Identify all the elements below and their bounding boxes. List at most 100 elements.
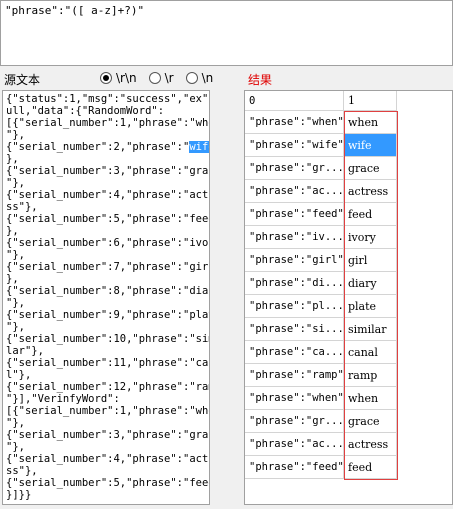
grid-row[interactable]: "phrase":"ramp" ramp	[245, 364, 452, 387]
source-line: {"serial_number":10,"phrase":"simi	[6, 333, 210, 345]
grid-cell-col-1[interactable]: plate	[344, 295, 397, 318]
grid-cell-col-1[interactable]: feed	[344, 456, 397, 479]
radio-option-label: \r	[164, 71, 174, 85]
source-line-text: {"serial_number":2,"phrase":"	[6, 141, 190, 153]
source-line: ss"},	[6, 201, 38, 213]
source-line: {"serial_number":5,"phrase":"feed"	[6, 477, 210, 489]
grid-cell-col-0[interactable]: "phrase":"ac...	[245, 433, 344, 456]
grid-row[interactable]: "phrase":"ac... actress	[245, 433, 452, 456]
source-line: "}],"VerinfyWord":	[6, 393, 120, 405]
grid-row[interactable]: "phrase":"gr... grace	[245, 157, 452, 180]
radio-option-label: \n	[201, 71, 214, 85]
grid-row[interactable]: "phrase":"girl" girl	[245, 249, 452, 272]
grid-cell-col-0[interactable]: "phrase":"si...	[245, 318, 344, 341]
grid-row[interactable]: "phrase":"ac... actress	[245, 180, 452, 203]
grid-row[interactable]: "phrase":"si... similar	[245, 318, 452, 341]
grid-row[interactable]: "phrase":"feed" feed	[245, 203, 452, 226]
grid-row[interactable]: "phrase":"when" when	[245, 387, 452, 410]
grid-cell-col-1[interactable]: when	[344, 387, 397, 410]
grid-cell-col-1[interactable]: grace	[344, 157, 397, 180]
grid-cell-col-0[interactable]: "phrase":"when"	[245, 387, 344, 410]
source-line: {"serial_number":3,"phrase":"grace	[6, 165, 210, 177]
source-line: {"serial_number":3,"phrase":"grace	[6, 429, 210, 441]
grid-cell-col-0[interactable]: "phrase":"ramp"	[245, 364, 344, 387]
grid-cell-col-0[interactable]: "phrase":"wife"	[245, 134, 344, 157]
grid-header-row: 0 1	[245, 91, 452, 111]
source-line: [{"serial_number":1,"phrase":"when	[6, 405, 210, 417]
source-line: ss"},	[6, 465, 38, 477]
source-line: "},	[6, 441, 25, 453]
source-line: {"serial_number":4,"phrase":"actre	[6, 453, 210, 465]
source-line: },	[6, 153, 19, 165]
grid-row[interactable]: "phrase":"feed" feed	[245, 456, 452, 479]
grid-cell-col-0[interactable]: "phrase":"gr...	[245, 410, 344, 433]
source-line: "},	[6, 129, 25, 141]
result-grid[interactable]: 0 1 "phrase":"when" when "phrase":"wife" wi…	[244, 90, 453, 505]
grid-cell-col-0[interactable]: "phrase":"when"	[245, 111, 344, 134]
grid-cell-col-0[interactable]: "phrase":"feed"	[245, 203, 344, 226]
source-line: {"status":1,"msg":"success","ex":n	[6, 93, 210, 105]
grid-cell-col-0[interactable]: "phrase":"feed"	[245, 456, 344, 479]
grid-cell-col-0[interactable]: "phrase":"gr...	[245, 157, 344, 180]
source-line: "},	[6, 297, 25, 309]
grid-cell-col-0[interactable]: "phrase":"iv...	[245, 226, 344, 249]
grid-cell-col-1[interactable]: grace	[344, 410, 397, 433]
grid-cell-col-1[interactable]: ivory	[344, 226, 397, 249]
grid-cell-col-1[interactable]: diary	[344, 272, 397, 295]
source-line: [{"serial_number":1,"phrase":"when	[6, 117, 210, 129]
grid-row[interactable]: "phrase":"wife" wife	[245, 134, 452, 157]
source-line: "},	[6, 249, 25, 261]
column-header-1[interactable]: 1	[344, 91, 397, 111]
source-line: {"serial_number":2,"phrase":"wife"	[6, 141, 209, 153]
grid-row[interactable]: "phrase":"ca... canal	[245, 341, 452, 364]
grid-cell-col-1[interactable]: ramp	[344, 364, 397, 387]
source-line: {"serial_number":6,"phrase":"ivory	[6, 237, 210, 249]
radio-option-label: \r\n	[116, 71, 137, 85]
source-text-area[interactable]: {"status":1,"msg":"success","ex":n ull,"d…	[2, 90, 210, 505]
grid-row[interactable]: "phrase":"iv... ivory	[245, 226, 452, 249]
source-line: ull,"data":{"RandomWord":	[6, 105, 165, 117]
grid-row[interactable]: "phrase":"pl... plate	[245, 295, 452, 318]
source-line: {"serial_number":8,"phrase":"diary	[6, 285, 210, 297]
grid-row[interactable]: "phrase":"gr... grace	[245, 410, 452, 433]
source-line: "},	[6, 177, 25, 189]
source-line: "},	[6, 321, 25, 333]
source-line: "},	[6, 417, 25, 429]
grid-cell-col-1[interactable]: actress	[344, 180, 397, 203]
regex-input[interactable]: "phrase":"([ a-z]+?)"	[0, 0, 453, 66]
grid-cell-col-0[interactable]: "phrase":"girl"	[245, 249, 344, 272]
grid-cell-col-0[interactable]: "phrase":"ca...	[245, 341, 344, 364]
grid-cell-col-0[interactable]: "phrase":"di...	[245, 272, 344, 295]
radio-circle-icon	[100, 72, 112, 84]
source-line: }]}}	[6, 489, 32, 501]
grid-row[interactable]: "phrase":"when" when	[245, 111, 452, 134]
source-line: {"serial_number":4,"phrase":"actre	[6, 189, 210, 201]
grid-cell-col-1[interactable]: actress	[344, 433, 397, 456]
radio-circle-icon	[148, 72, 161, 84]
radio-option-0[interactable]: \r\n	[100, 71, 137, 85]
grid-cell-col-0[interactable]: "phrase":"pl...	[245, 295, 344, 318]
source-line: lar"},	[6, 345, 44, 357]
result-label: 结果	[248, 73, 273, 87]
grid-cell-col-1[interactable]: similar	[344, 318, 397, 341]
line-ending-radio-group: \r\n \r \n	[100, 71, 213, 85]
grid-row[interactable]: "phrase":"di... diary	[245, 272, 452, 295]
grid-cell-col-1[interactable]: feed	[344, 203, 397, 226]
selected-match-text: wife	[189, 141, 209, 153]
grid-cell-col-1[interactable]: canal	[344, 341, 397, 364]
grid-cell-col-1[interactable]: when	[344, 111, 397, 134]
source-line: {"serial_number":5,"phrase":"feed"	[6, 213, 210, 225]
column-header-0[interactable]: 0	[245, 91, 344, 111]
source-line: },	[6, 273, 19, 285]
source-text-label: 源文本	[4, 73, 41, 87]
radio-circle-icon	[185, 72, 198, 84]
radio-option-1[interactable]: \r	[148, 71, 174, 85]
source-line: {"serial_number":11,"phrase":"cana	[6, 357, 210, 369]
grid-cell-col-1[interactable]: wife	[344, 134, 397, 157]
source-line: {"serial_number":9,"phrase":"plate	[6, 309, 210, 321]
grid-cell-col-1[interactable]: girl	[344, 249, 397, 272]
grid-cell-col-0[interactable]: "phrase":"ac...	[245, 180, 344, 203]
source-line: {"serial_number":12,"phrase":"ramp	[6, 381, 210, 393]
panel-splitter[interactable]	[212, 90, 242, 505]
radio-option-2[interactable]: \n	[185, 71, 214, 85]
